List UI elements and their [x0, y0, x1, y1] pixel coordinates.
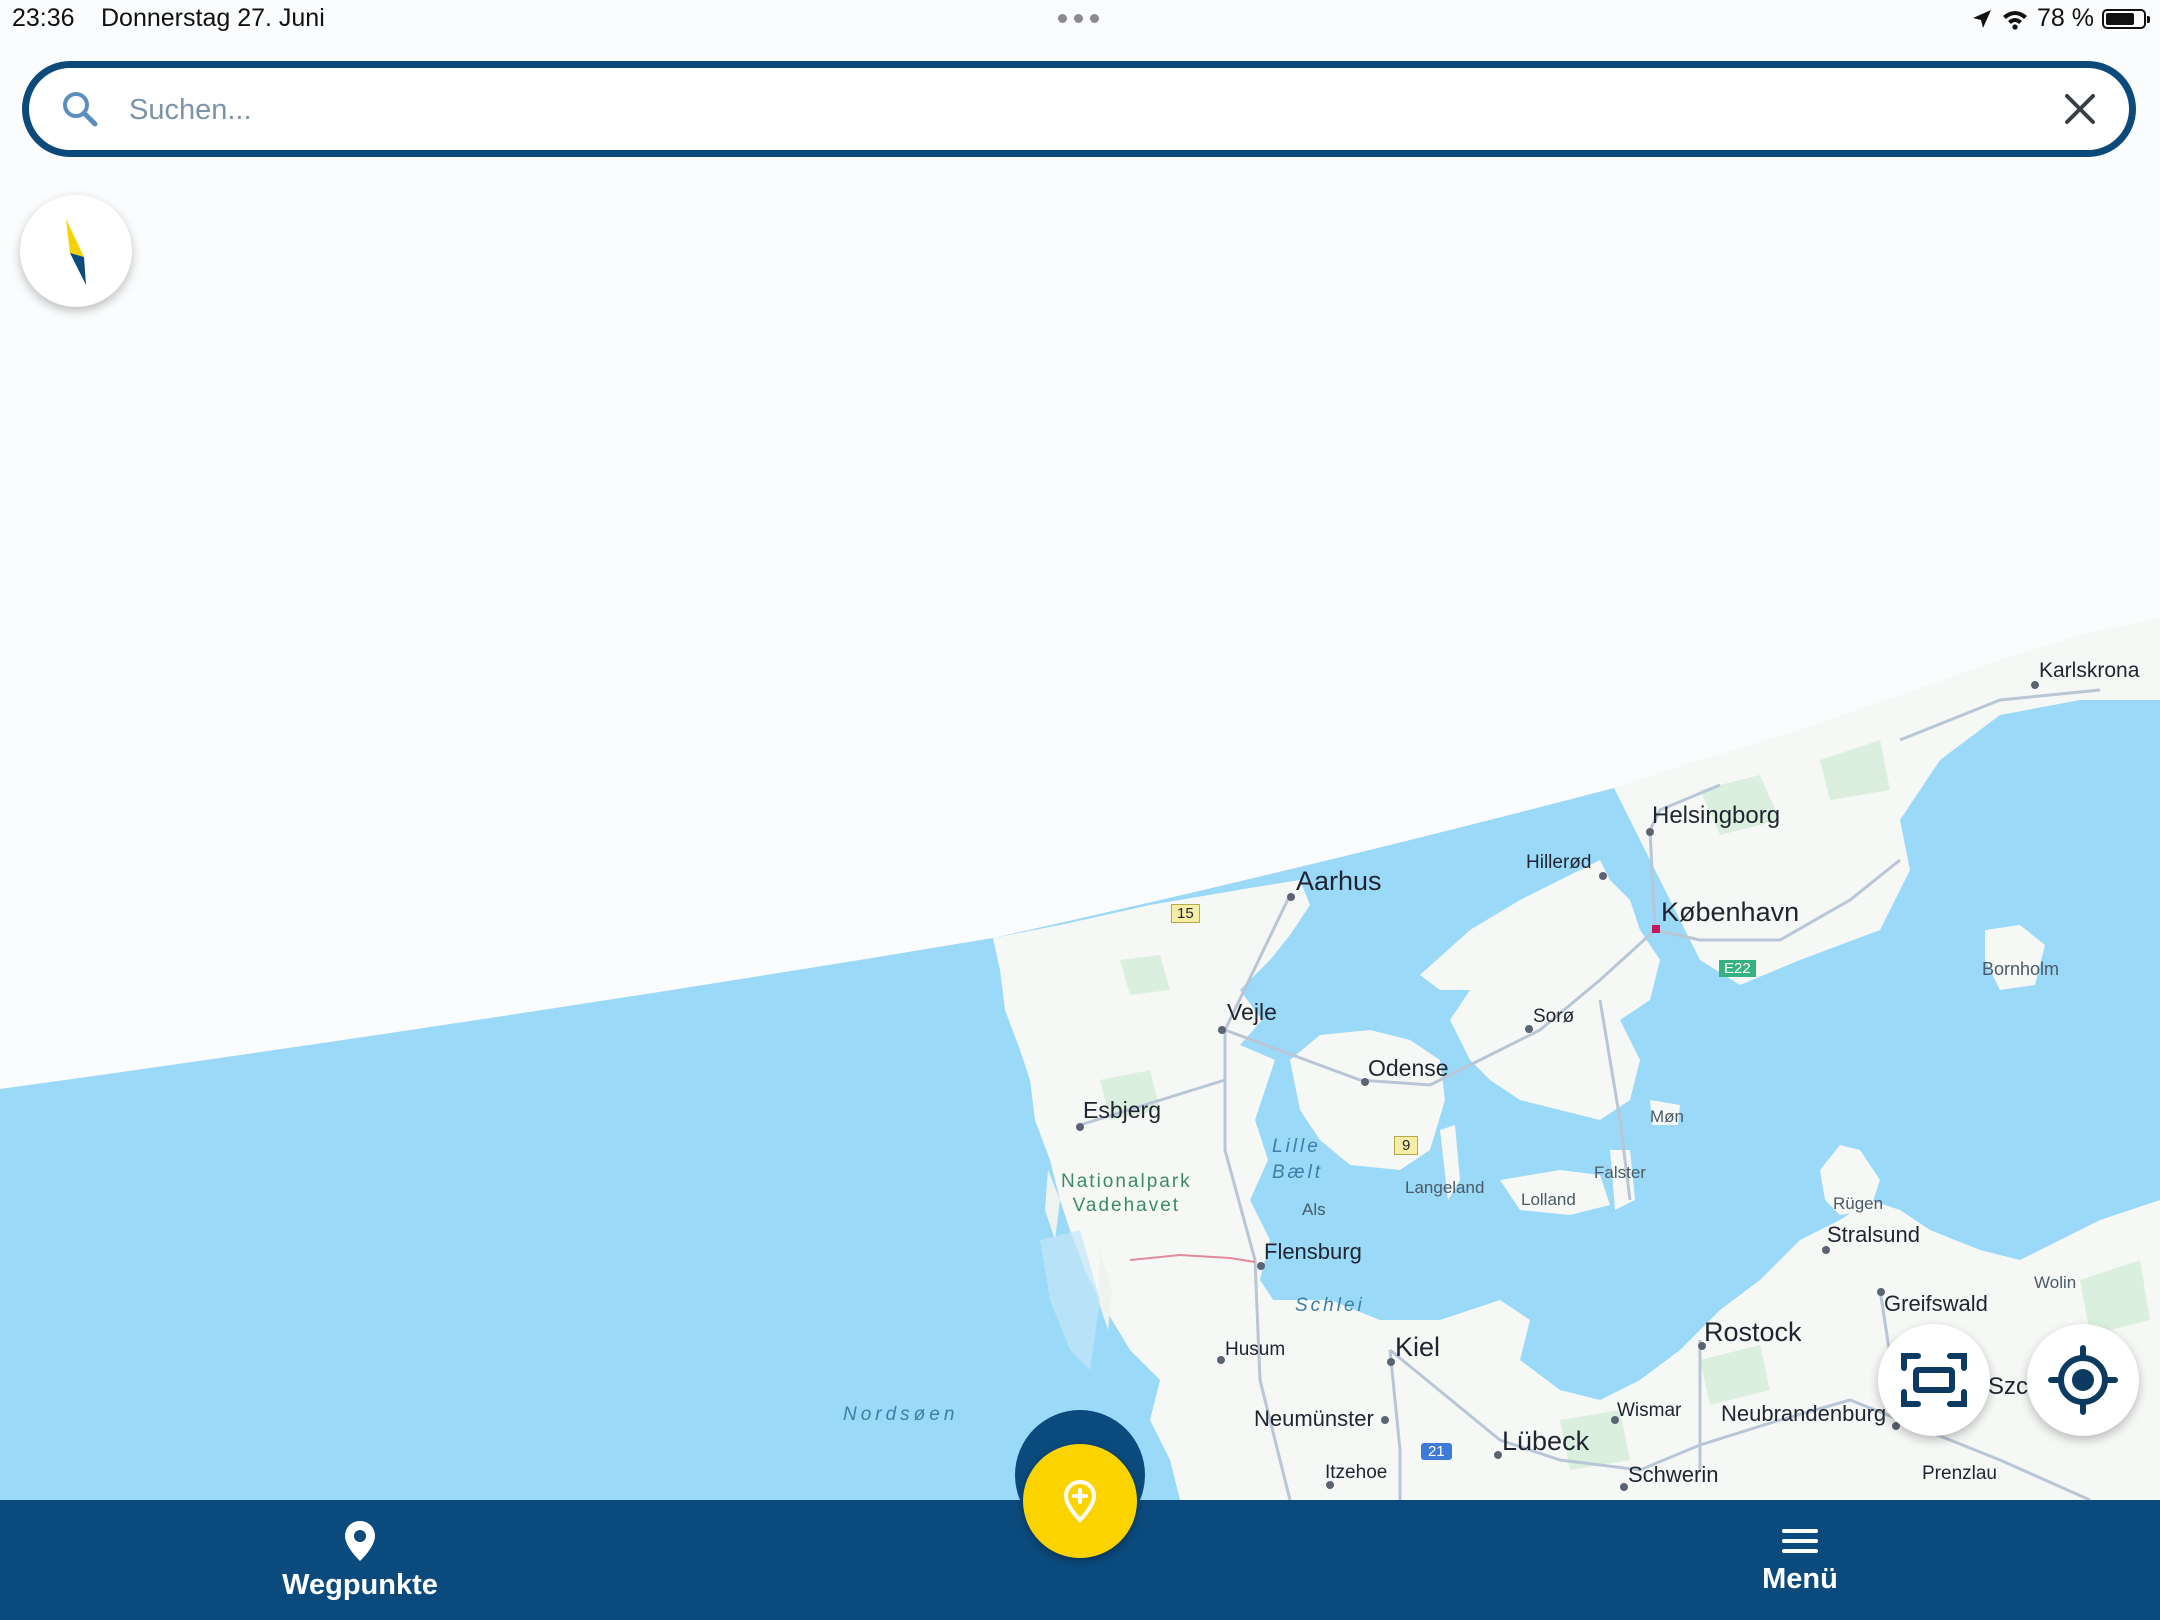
- capital-marker: [1652, 925, 1660, 933]
- label-odense[interactable]: Odense: [1368, 1055, 1449, 1082]
- label-schlei: Schlei: [1295, 1295, 1365, 1316]
- map-canvas[interactable]: [0, 0, 2160, 1502]
- label-karlskrona[interactable]: Karlskrona: [2039, 659, 2139, 683]
- tab-waypoints-label: Wegpunkte: [282, 1568, 438, 1601]
- add-location-icon: [1063, 1479, 1097, 1523]
- label-stralsund[interactable]: Stralsund: [1827, 1222, 1920, 1248]
- label-kobenhavn[interactable]: København: [1661, 897, 1799, 928]
- add-waypoint-button[interactable]: [1023, 1444, 1137, 1558]
- label-rugen[interactable]: Rügen: [1833, 1194, 1883, 1214]
- label-helsingborg[interactable]: Helsingborg: [1652, 802, 1780, 830]
- compass-button[interactable]: [20, 195, 132, 307]
- road-15-shield: 15: [1171, 904, 1200, 923]
- label-lolland[interactable]: Lolland: [1521, 1190, 1576, 1210]
- label-langeland[interactable]: Langeland: [1405, 1178, 1484, 1198]
- fit-bounds-button[interactable]: [1878, 1324, 1990, 1436]
- label-falster[interactable]: Falster: [1594, 1163, 1646, 1183]
- label-aarhus[interactable]: Aarhus: [1296, 866, 1382, 897]
- label-luebeck[interactable]: Lübeck: [1502, 1426, 1589, 1457]
- label-szc[interactable]: Szc: [1988, 1373, 2028, 1401]
- label-neumunster[interactable]: Neumünster: [1254, 1406, 1374, 1432]
- label-itzehoe[interactable]: Itzehoe: [1325, 1462, 1387, 1484]
- label-neubrandenburg[interactable]: Neubrandenburg: [1721, 1401, 1886, 1427]
- label-schwerin[interactable]: Schwerin: [1628, 1462, 1718, 1488]
- search-input[interactable]: [127, 86, 2001, 134]
- road-e22-shield: E22: [1719, 960, 1756, 977]
- label-wismar[interactable]: Wismar: [1617, 1400, 1681, 1422]
- tab-waypoints[interactable]: Wegpunkte: [260, 1500, 460, 1620]
- close-icon[interactable]: [2061, 90, 2099, 128]
- fit-bounds-icon: [1901, 1353, 1967, 1407]
- label-hillerod[interactable]: Hillerød: [1526, 852, 1591, 874]
- search-bar[interactable]: [22, 61, 2136, 157]
- label-nationalpark-vadehavet[interactable]: Nationalpark Vadehavet: [1061, 1170, 1192, 1218]
- label-prenzlau[interactable]: Prenzlau: [1922, 1463, 1997, 1485]
- map-pin-icon: [345, 1520, 375, 1561]
- tab-menu-label: Menü: [1762, 1562, 1838, 1595]
- label-vejle[interactable]: Vejle: [1227, 999, 1277, 1026]
- label-rostock[interactable]: Rostock: [1704, 1317, 1802, 1348]
- label-esbjerg[interactable]: Esbjerg: [1083, 1097, 1161, 1124]
- label-husum[interactable]: Husum: [1225, 1339, 1285, 1361]
- label-nordsoen: Nordsøen: [843, 1404, 959, 1425]
- map-view[interactable]: Karlskrona Helsingborg Aarhus Hillerød K…: [0, 0, 2160, 1502]
- my-location-icon: [2048, 1345, 2118, 1415]
- search-icon: [63, 92, 98, 127]
- label-als[interactable]: Als: [1302, 1200, 1326, 1220]
- hamburger-menu-icon: [1782, 1528, 1818, 1553]
- road-a21-shield: 21: [1421, 1443, 1452, 1460]
- tab-menu[interactable]: Menü: [1700, 1500, 1900, 1620]
- label-bornholm[interactable]: Bornholm: [1982, 959, 2059, 980]
- label-soro[interactable]: Sorø: [1533, 1006, 1574, 1028]
- compass-icon: [66, 219, 86, 285]
- label-flensburg[interactable]: Flensburg: [1264, 1239, 1362, 1265]
- label-kiel[interactable]: Kiel: [1395, 1332, 1440, 1363]
- label-greifswald[interactable]: Greifswald: [1884, 1291, 1988, 1317]
- road-9-shield: 9: [1394, 1136, 1419, 1155]
- label-wolin[interactable]: Wolin: [2034, 1273, 2076, 1293]
- my-location-button[interactable]: [2027, 1324, 2139, 1436]
- label-mon[interactable]: Møn: [1650, 1107, 1684, 1127]
- label-lille-baelt: Lille Bælt: [1272, 1136, 1324, 1183]
